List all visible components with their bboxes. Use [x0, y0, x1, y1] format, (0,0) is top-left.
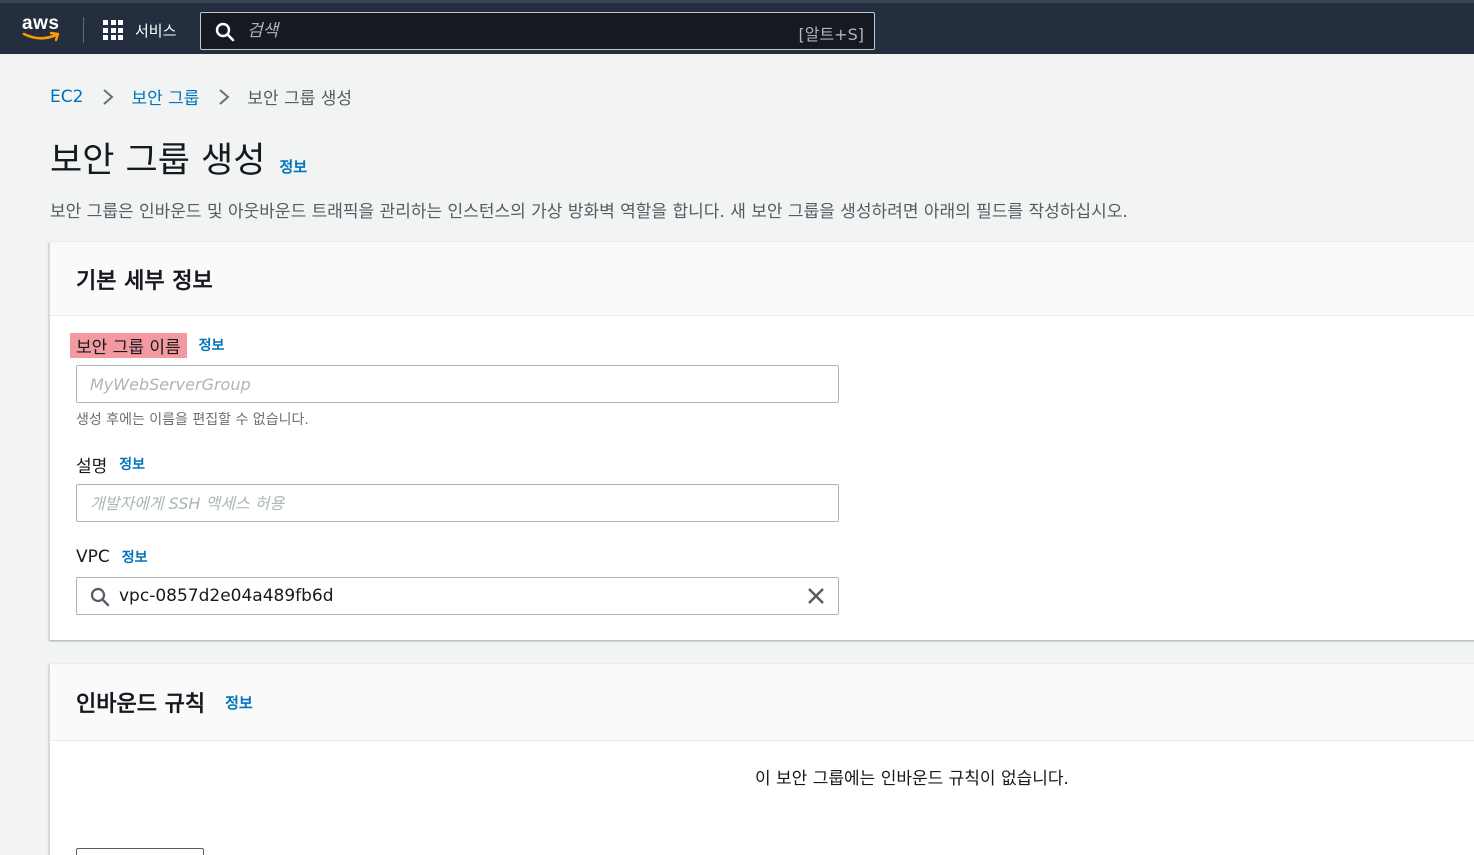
global-search[interactable]: [알트+S]: [200, 12, 875, 50]
top-navigation: aws 서비스 [알트+S]: [0, 0, 1474, 54]
inbound-empty-message: 이 보안 그룹에는 인바운드 규칙이 없습니다.: [755, 769, 1069, 789]
aws-logo[interactable]: aws: [22, 13, 64, 45]
name-hint: 생성 후에는 이름을 편집할 수 없습니다.: [76, 412, 309, 428]
vpc-value: vpc-0857d2e04a489fb6d: [119, 586, 334, 606]
breadcrumb-current: 보안 그룹 생성: [247, 89, 353, 109]
global-search-input[interactable]: [247, 19, 767, 43]
page-info-link[interactable]: 정보: [279, 156, 307, 177]
breadcrumb: EC2 보안 그룹 보안 그룹 생성: [50, 84, 353, 110]
security-group-name-input[interactable]: [76, 365, 839, 403]
services-menu-button[interactable]: 서비스: [103, 17, 176, 43]
add-rule-button[interactable]: [76, 848, 204, 855]
page-description: 보안 그룹은 인바운드 및 아웃바운드 트래픽을 관리하는 인스턴스의 가상 방…: [50, 202, 1128, 222]
inbound-rules-panel: 인바운드 규칙 정보 이 보안 그룹에는 인바운드 규칙이 없습니다.: [49, 664, 1474, 855]
description-label: 설명: [76, 456, 108, 477]
page-title: 보안 그룹 생성: [50, 141, 266, 181]
vpc-select[interactable]: vpc-0857d2e04a489fb6d: [76, 577, 839, 615]
clear-icon[interactable]: [806, 586, 826, 606]
description-info-link[interactable]: 정보: [119, 454, 145, 474]
chevron-right-icon: [95, 87, 121, 107]
security-group-name-field: 보안 그룹 이름 정보 생성 후에는 이름을 편집할 수 없습니다.: [70, 332, 839, 429]
vpc-field: VPC 정보 vpc-0857d2e04a489fb6d: [76, 545, 839, 615]
inbound-info-link[interactable]: 정보: [225, 692, 253, 713]
description-field: 설명 정보: [76, 452, 839, 522]
basic-details-header: 기본 세부 정보: [50, 242, 1474, 316]
smile-arrow-icon: [22, 31, 60, 42]
description-input[interactable]: [76, 484, 839, 522]
basic-details-panel: 기본 세부 정보 보안 그룹 이름 정보 생성 후에는 이름을 편집할 수 없습…: [49, 242, 1474, 640]
basic-details-title: 기본 세부 정보: [76, 268, 213, 294]
search-icon: [90, 587, 110, 607]
breadcrumb-ec2[interactable]: EC2: [50, 87, 83, 107]
search-shortcut-hint: [알트+S]: [798, 25, 865, 44]
inbound-rules-header: 인바운드 규칙 정보: [50, 664, 1474, 741]
page-header: 보안 그룹 생성 정보: [50, 132, 307, 183]
services-label: 서비스: [135, 21, 177, 40]
search-icon: [215, 22, 235, 42]
name-info-link[interactable]: 정보: [199, 335, 225, 355]
vpc-label: VPC: [76, 547, 110, 567]
chevron-right-icon: [211, 87, 237, 107]
vpc-info-link[interactable]: 정보: [122, 547, 148, 567]
breadcrumb-security-groups[interactable]: 보안 그룹: [131, 84, 199, 109]
security-group-name-label: 보안 그룹 이름: [70, 332, 187, 358]
nav-divider: [83, 17, 84, 43]
inbound-rules-title: 인바운드 규칙: [76, 692, 206, 717]
grid-icon: [103, 20, 123, 40]
